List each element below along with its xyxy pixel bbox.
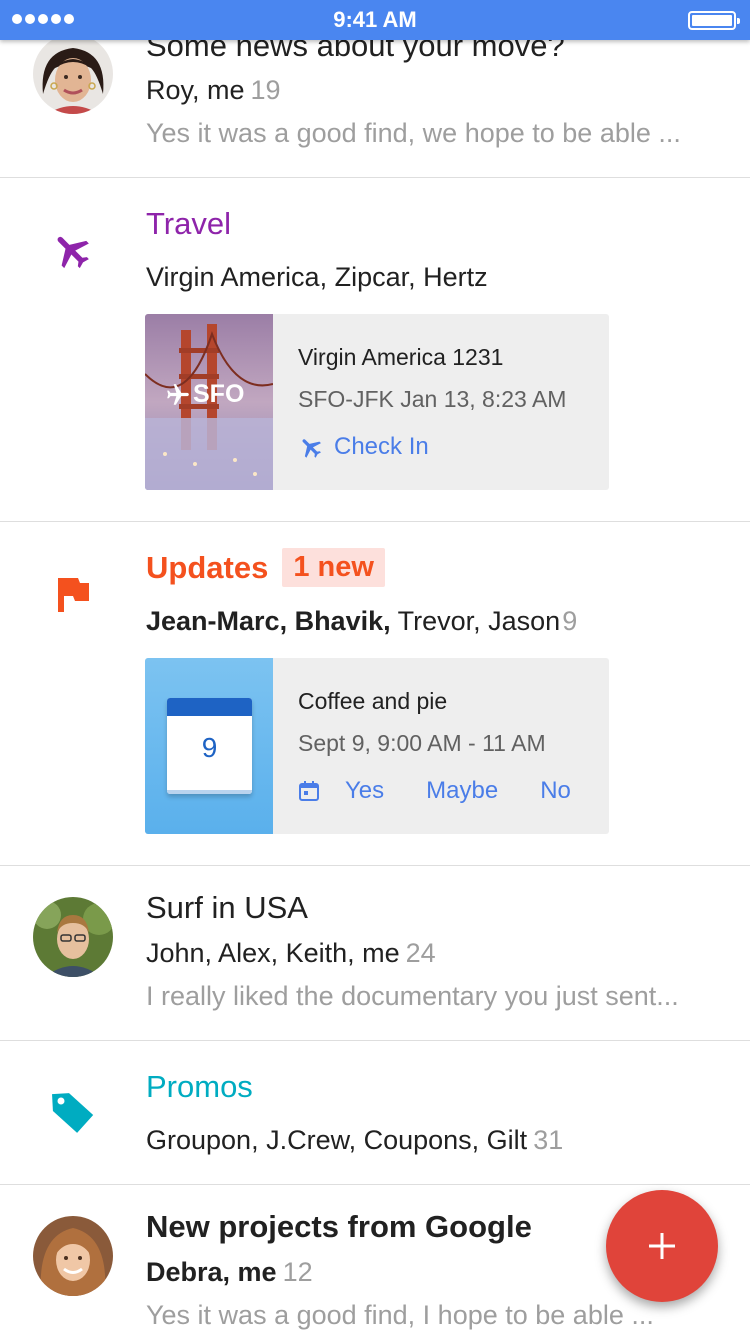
rsvp-no-button[interactable]: No	[540, 777, 571, 805]
rsvp-yes-button[interactable]: Yes	[345, 777, 384, 805]
flight-details: SFO-JFK Jan 13, 8:23 AM	[298, 386, 567, 412]
thread-participants: Debra, me 12	[146, 1257, 313, 1288]
thread-snippet: Yes it was a good find, we hope to be ab…	[146, 118, 681, 148]
thread-row[interactable]: Surf in USA John, Alex, Keith, me 24 I re…	[0, 866, 750, 1041]
event-card[interactable]: 9 Coffee and pie Sept 9, 9:00 AM - 11 AM…	[145, 658, 609, 834]
bundle-travel[interactable]: Travel Virgin America, Zipcar, Hertz SFO…	[0, 178, 750, 522]
new-count-badge: 1 new	[282, 548, 385, 587]
read-senders: Trevor, Jason	[390, 606, 561, 636]
participants-text: Debra, me	[146, 1257, 277, 1287]
message-count: 12	[282, 1257, 313, 1287]
bundle-senders: Jean-Marc, Bhavik, Trevor, Jason9	[146, 606, 577, 637]
participants-text: Roy, me	[146, 75, 245, 105]
compose-fab[interactable]	[606, 1190, 718, 1302]
tag-icon	[50, 1089, 96, 1135]
battery-icon	[688, 11, 740, 30]
flight-title: Virgin America 1231	[298, 344, 504, 370]
airplane-icon	[298, 434, 324, 460]
avatar	[33, 1216, 113, 1296]
plus-icon	[649, 1233, 675, 1259]
thread-subject: Surf in USA	[146, 890, 308, 925]
thread-subject: New projects from Google	[146, 1209, 532, 1244]
calendar-day: 9	[201, 732, 218, 763]
thread-snippet: Yes it was a good find, I hope to be abl…	[146, 1300, 654, 1330]
bundle-senders: Groupon, J.Crew, Coupons, Gilt 31	[146, 1125, 563, 1156]
flight-card[interactable]: SFO Virgin America 1231 SFO-JFK Jan 13, …	[145, 314, 609, 490]
message-count: 9	[562, 606, 578, 636]
rsvp-actions: Yes Maybe No	[298, 774, 571, 808]
check-in-label: Check In	[334, 433, 429, 460]
bundle-label: Updates	[146, 549, 269, 585]
bundle-senders: Virgin America, Zipcar, Hertz	[146, 262, 488, 292]
airplane-icon	[50, 228, 94, 272]
thread-participants: John, Alex, Keith, me 24	[146, 938, 436, 969]
calendar-icon: 9	[167, 698, 252, 794]
event-title: Coffee and pie	[298, 688, 448, 714]
bundle-label: Travel	[146, 206, 231, 241]
thread-participants: Roy, me 19	[146, 75, 281, 106]
rsvp-maybe-button[interactable]: Maybe	[426, 777, 498, 805]
check-in-button[interactable]: Check In	[298, 430, 429, 464]
message-count: 31	[533, 1125, 564, 1155]
bundle-label: Promos	[146, 1069, 253, 1104]
thread-snippet: I really liked the documentary you just …	[146, 981, 679, 1011]
avatar	[33, 897, 113, 977]
sfo-bridge-image: SFO	[145, 314, 274, 490]
bundle-promos[interactable]: Promos Groupon, J.Crew, Coupons, Gilt 31	[0, 1041, 750, 1185]
flag-icon	[55, 574, 91, 614]
bundle-updates[interactable]: Updates 1 new Jean-Marc, Bhavik, Trevor,…	[0, 522, 750, 866]
status-bar: 9:41 AM	[0, 0, 750, 40]
message-count: 19	[250, 75, 281, 105]
participants-text: John, Alex, Keith, me	[146, 938, 400, 968]
bundle-header: Updates 1 new	[146, 548, 385, 587]
airport-code-label: SFO	[165, 380, 244, 409]
message-count: 24	[405, 938, 436, 968]
event-time: Sept 9, 9:00 AM - 11 AM	[298, 730, 546, 756]
calendar-icon	[298, 780, 320, 802]
avatar	[33, 34, 113, 114]
status-time: 9:41 AM	[333, 7, 417, 32]
unread-senders: Jean-Marc, Bhavik,	[146, 606, 391, 636]
airplane-icon	[165, 382, 191, 408]
senders-text: Groupon, J.Crew, Coupons, Gilt	[146, 1125, 528, 1155]
calendar-image: 9	[145, 658, 273, 834]
